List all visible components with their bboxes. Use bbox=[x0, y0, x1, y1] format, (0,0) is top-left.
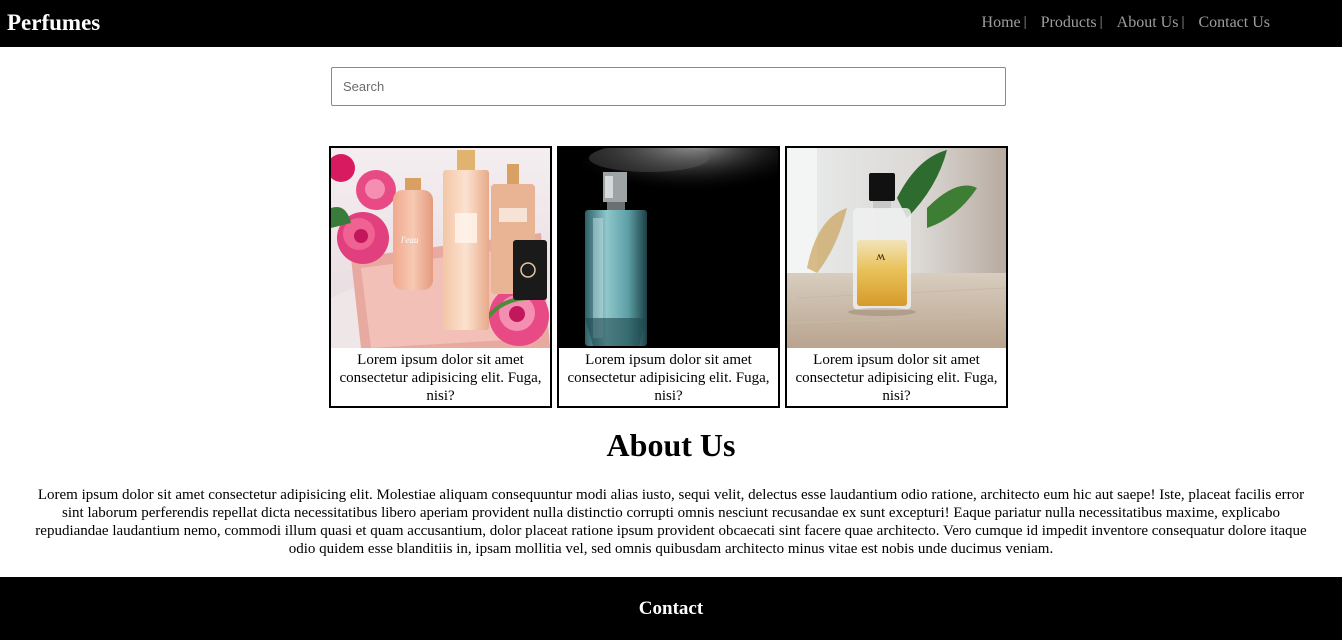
site-logo[interactable]: Perfumes bbox=[7, 10, 100, 36]
top-navbar: Perfumes Home | Products | About Us | Co… bbox=[0, 0, 1342, 47]
product-image-perfumes-with-roses[interactable]: l'eau bbox=[331, 148, 550, 348]
nav-link-home[interactable]: Home bbox=[982, 14, 1021, 32]
product-caption: Lorem ipsum dolor sit amet consectetur a… bbox=[795, 352, 998, 404]
about-us-heading: About Us bbox=[606, 427, 736, 463]
nav-separator: | bbox=[1181, 14, 1185, 30]
nav-links: Home | Products | About Us | Contact Us bbox=[982, 14, 1270, 32]
product-card[interactable]: ʍ Lorem ipsum dolor sit amet consectetur… bbox=[785, 146, 1008, 408]
product-card[interactable]: l'eau Lorem ipsum dolor sit amet consect… bbox=[329, 146, 552, 408]
footer: Contact bbox=[0, 577, 1342, 640]
nav-link-products[interactable]: Products bbox=[1041, 14, 1097, 32]
nav-separator: | bbox=[1023, 14, 1027, 30]
svg-text:ʍ: ʍ bbox=[876, 248, 886, 263]
nav-separator: | bbox=[1099, 14, 1103, 30]
product-caption: Lorem ipsum dolor sit amet consectetur a… bbox=[567, 352, 770, 404]
product-card[interactable]: Lorem ipsum dolor sit amet consectetur a… bbox=[557, 146, 780, 408]
search-bar bbox=[331, 67, 1006, 106]
about-us-paragraph: Lorem ipsum dolor sit amet consectetur a… bbox=[35, 487, 1307, 557]
product-image-amber-bottle[interactable]: ʍ bbox=[787, 148, 1006, 348]
search-input[interactable] bbox=[331, 67, 1006, 106]
product-image-spray-bottle[interactable] bbox=[559, 148, 778, 348]
nav-link-about-us[interactable]: About Us bbox=[1117, 14, 1179, 32]
footer-contact-heading: Contact bbox=[638, 597, 704, 619]
svg-text:l'eau: l'eau bbox=[401, 235, 419, 245]
product-caption: Lorem ipsum dolor sit amet consectetur a… bbox=[339, 352, 542, 404]
nav-link-contact-us[interactable]: Contact Us bbox=[1198, 14, 1270, 32]
